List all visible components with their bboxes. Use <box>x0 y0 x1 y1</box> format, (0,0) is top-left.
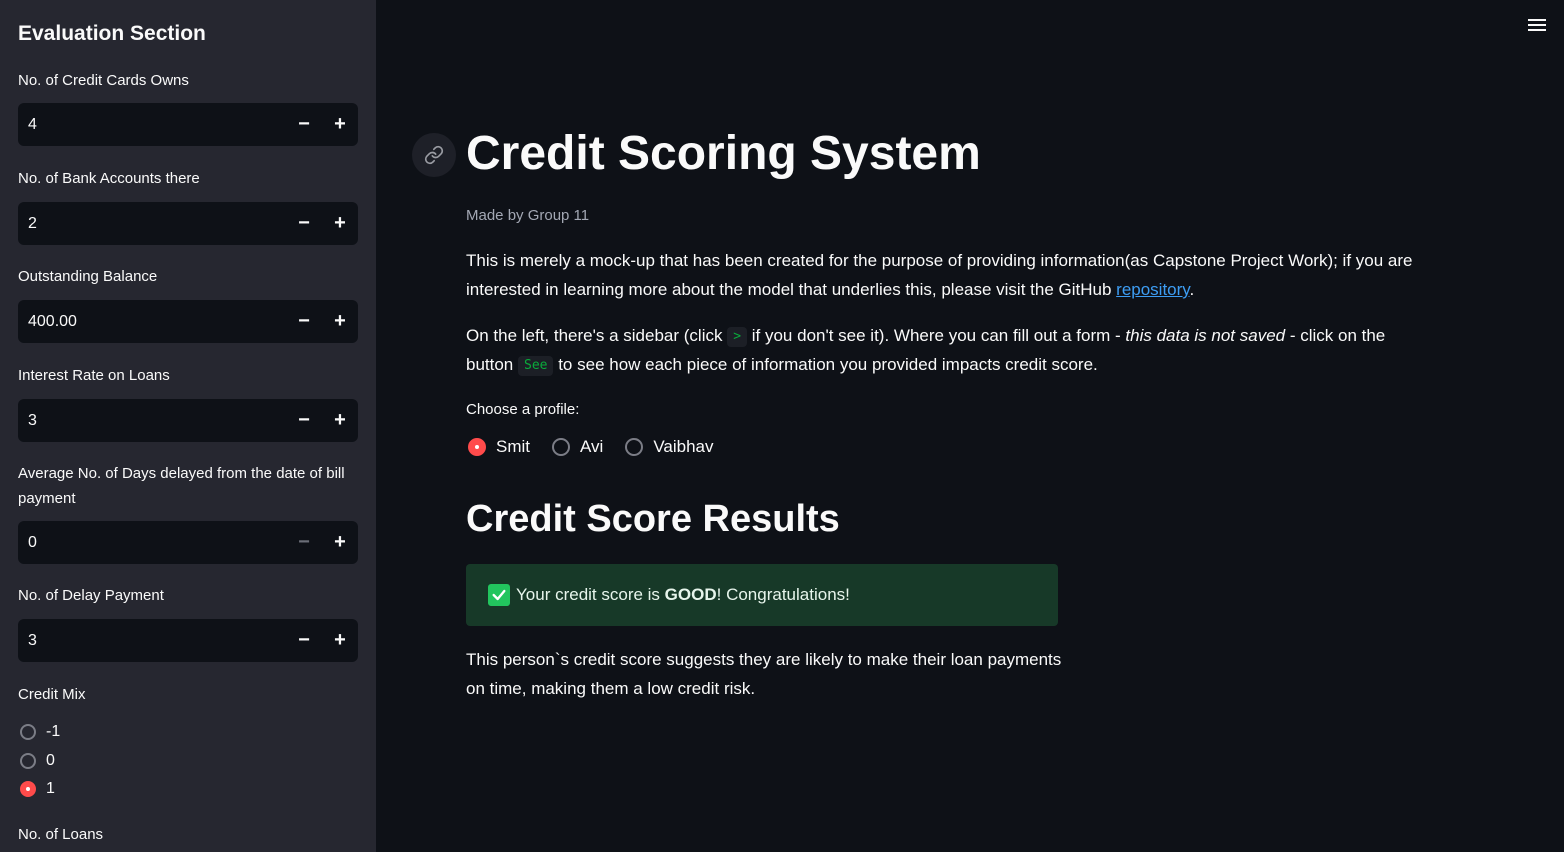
made-by-caption: Made by Group 11 <box>466 207 590 224</box>
increment-button[interactable]: + <box>322 202 358 245</box>
days-delayed-label: Average No. of Days delayed from the dat… <box>18 465 345 507</box>
delay-payment-input[interactable]: 3 − + <box>18 619 358 662</box>
intro-text: This is merely a mock-up that has been c… <box>466 251 1413 299</box>
hint-text: On the left, there's a sidebar (click <box>466 326 728 345</box>
bank-accounts-input[interactable]: 2 − + <box>18 202 358 245</box>
interest-rate-label: Interest Rate on Loans <box>18 367 170 384</box>
profile-radio-group: Smit Avi Vaibhav <box>468 437 736 457</box>
profile-option-avi[interactable]: Avi <box>552 437 603 457</box>
profile-option-vaibhav[interactable]: Vaibhav <box>625 437 714 457</box>
check-mark-icon <box>488 584 510 606</box>
radio-button[interactable] <box>20 753 36 769</box>
increment-button[interactable]: + <box>322 619 358 662</box>
decrement-button[interactable]: − <box>286 300 322 343</box>
radio-button[interactable] <box>625 438 644 456</box>
radio-button-selected[interactable] <box>20 781 36 797</box>
credit-mix-label: Credit Mix <box>18 686 86 703</box>
days-delayed-input[interactable]: 0 − + <box>18 521 358 564</box>
loans-label: No. of Loans <box>18 826 104 843</box>
credit-cards-input[interactable]: 4 − + <box>18 103 358 146</box>
increment-button[interactable]: + <box>322 300 358 343</box>
anchor-link-icon[interactable] <box>412 133 456 177</box>
increment-button[interactable]: + <box>322 521 358 564</box>
sidebar-hint-paragraph: On the left, there's a sidebar (click > … <box>466 321 1426 379</box>
hint-text: to see how each piece of information you… <box>553 355 1098 374</box>
decrement-button[interactable]: − <box>286 619 322 662</box>
success-alert: Your credit score is GOOD! Congratulatio… <box>466 564 1058 626</box>
decrement-button[interactable]: − <box>286 103 322 146</box>
credit-mix-option[interactable]: 0 <box>20 752 55 770</box>
decrement-button[interactable]: − <box>286 521 322 564</box>
success-suffix: ! Congratulations! <box>716 585 850 604</box>
choose-profile-label: Choose a profile: <box>466 401 580 418</box>
decrement-button[interactable]: − <box>286 399 322 442</box>
sidebar-title: Evaluation Section <box>18 22 206 45</box>
radio-button-selected[interactable] <box>468 438 486 456</box>
intro-paragraph: This is merely a mock-up that has been c… <box>466 246 1426 304</box>
credit-mix-option-label: 0 <box>46 752 55 769</box>
delay-payment-label: No. of Delay Payment <box>18 587 164 604</box>
decrement-button[interactable]: − <box>286 202 322 245</box>
score-rating: GOOD <box>664 585 717 604</box>
bank-accounts-value[interactable]: 2 <box>18 215 286 233</box>
outstanding-balance-input[interactable]: 400.00 − + <box>18 300 358 343</box>
credit-mix-option[interactable]: -1 <box>20 723 60 741</box>
outstanding-balance-value[interactable]: 400.00 <box>18 313 286 331</box>
success-message: Your credit score is GOOD! Congratulatio… <box>516 585 850 605</box>
credit-mix-option-label: 1 <box>46 780 55 797</box>
result-explanation: This person`s credit score suggests they… <box>466 650 1062 698</box>
intro-end: . <box>1189 280 1195 299</box>
profile-option-label: Vaibhav <box>653 437 714 456</box>
credit-cards-value[interactable]: 4 <box>18 116 286 134</box>
profile-option-smit[interactable]: Smit <box>468 437 530 457</box>
outstanding-balance-label: Outstanding Balance <box>18 268 158 285</box>
delay-payment-value[interactable]: 3 <box>18 632 286 650</box>
repository-link[interactable]: repository <box>1116 280 1189 299</box>
profile-option-label: Smit <box>496 437 530 456</box>
hint-italic-text: this data is not saved <box>1125 326 1286 345</box>
credit-mix-option[interactable]: 1 <box>20 780 55 798</box>
interest-rate-value[interactable]: 3 <box>18 412 286 430</box>
credit-mix-option-label: -1 <box>46 723 61 740</box>
bank-accounts-label: No. of Bank Accounts there <box>18 170 200 187</box>
see-code-chip: See <box>518 355 554 376</box>
hint-text: if you don't see it). Where you can fill… <box>747 326 1126 345</box>
increment-button[interactable]: + <box>322 103 358 146</box>
hamburger-menu-icon[interactable] <box>1528 16 1546 34</box>
sidebar: Evaluation Section No. of Credit Cards O… <box>0 0 376 852</box>
radio-button[interactable] <box>552 438 570 456</box>
increment-button[interactable]: + <box>322 399 358 442</box>
success-prefix: Your credit score is <box>516 585 665 604</box>
days-delayed-value[interactable]: 0 <box>18 534 286 552</box>
chevron-code-chip: > <box>727 326 748 347</box>
radio-button[interactable] <box>20 724 36 740</box>
interest-rate-input[interactable]: 3 − + <box>18 399 358 442</box>
page-title: Credit Scoring System <box>466 127 981 180</box>
results-heading: Credit Score Results <box>466 498 840 540</box>
credit-cards-label: No. of Credit Cards Owns <box>18 72 189 89</box>
profile-option-label: Avi <box>580 437 604 456</box>
